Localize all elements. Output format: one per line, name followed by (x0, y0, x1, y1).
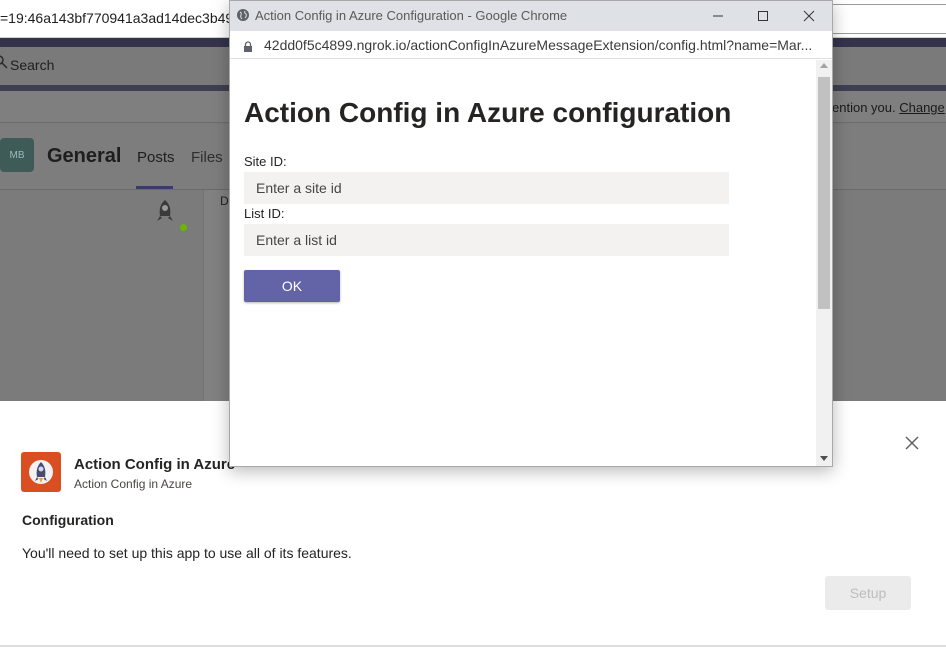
search-placeholder: Search (10, 57, 55, 73)
close-icon[interactable] (904, 435, 920, 451)
config-page: Action Config in Azure configuration Sit… (230, 60, 816, 466)
setup-description: You'll need to set up this app to use al… (22, 545, 352, 561)
tab-files[interactable]: Files (191, 149, 223, 166)
setup-button[interactable]: Setup (825, 576, 911, 610)
site-id-input[interactable] (244, 172, 729, 204)
globe-icon (236, 8, 250, 22)
minimize-icon[interactable] (705, 4, 731, 28)
popup-title-bar[interactable]: Action Config in Azure Configuration - G… (230, 1, 832, 31)
scrollbar-thumb[interactable] (818, 77, 830, 309)
section-title: Configuration (22, 512, 114, 528)
background-browser-side-box (832, 4, 946, 34)
chrome-popup-window: Action Config in Azure Configuration - G… (229, 0, 833, 467)
page-title: Action Config in Azure configuration (244, 97, 732, 128)
active-tab-indicator (136, 186, 173, 189)
ok-button[interactable]: OK (244, 270, 340, 302)
popup-url-text: 42dd0f5c4899.ngrok.io/actionConfigInAzur… (264, 37, 813, 53)
tab-posts[interactable]: Posts (137, 149, 175, 166)
window-close-icon[interactable] (796, 4, 822, 28)
bot-avatar-icon[interactable] (152, 198, 178, 224)
search-icon (0, 55, 8, 74)
lock-icon (243, 39, 253, 52)
online-status-dot (178, 222, 189, 233)
popup-window-title: Action Config in Azure Configuration - G… (255, 8, 568, 23)
list-id-input[interactable] (244, 224, 729, 256)
app-rocket-icon (21, 452, 61, 492)
scroll-down-arrow-icon[interactable] (820, 456, 828, 461)
scroll-up-arrow-icon[interactable] (820, 63, 828, 68)
site-id-label: Site ID: (244, 154, 287, 169)
maximize-icon[interactable] (750, 4, 776, 28)
list-id-label: List ID: (244, 206, 285, 221)
background-url-text: =19:46a143bf770941a3ad14dec3b49e (0, 10, 241, 26)
app-name: Action Config in Azure (74, 456, 236, 473)
notification-text: ention you. Change (832, 100, 945, 115)
app-subtitle: Action Config in Azure (74, 477, 193, 491)
channel-name: General (47, 145, 122, 167)
popup-address-bar[interactable]: 42dd0f5c4899.ngrok.io/actionConfigInAzur… (230, 31, 832, 59)
change-link[interactable]: Change (899, 100, 945, 115)
team-avatar[interactable]: MB (0, 138, 34, 172)
message-card-text: D (220, 194, 229, 208)
popup-scrollbar[interactable] (816, 60, 832, 466)
